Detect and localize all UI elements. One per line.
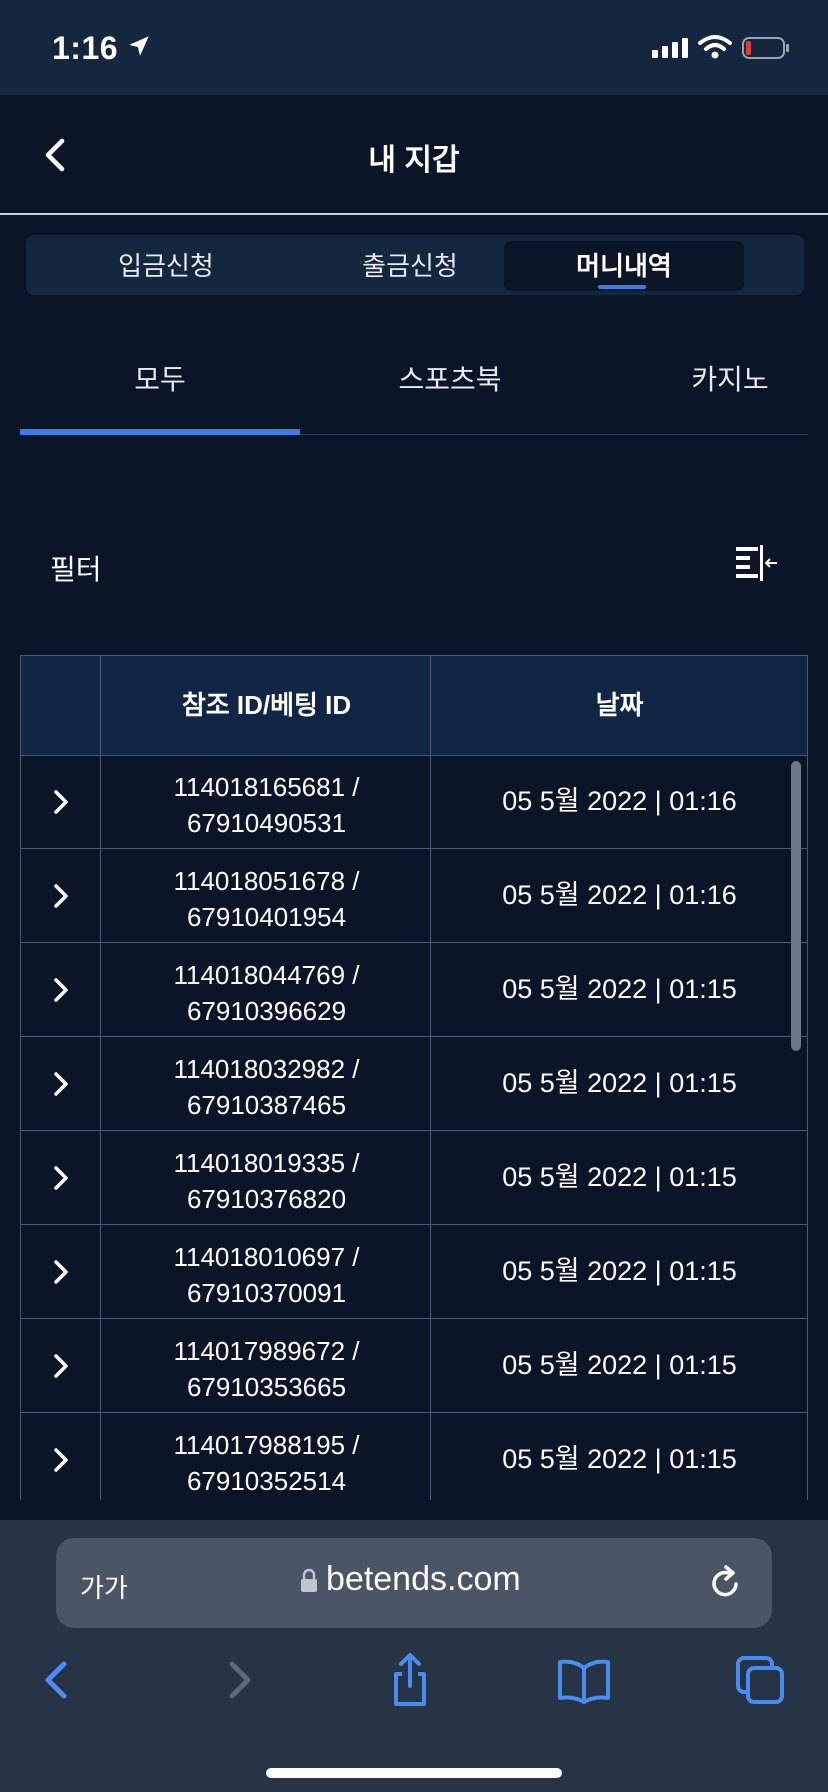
ref-id: 114018019335 /: [173, 1148, 360, 1178]
row-date: 05 5월 2022 | 01:15: [502, 974, 737, 1004]
address-bar[interactable]: 가가 betends.com: [56, 1538, 772, 1628]
bet-id: 67910387465: [186, 1090, 347, 1120]
share-icon[interactable]: [380, 1650, 440, 1710]
chevron-right-icon[interactable]: [51, 1162, 71, 1194]
tab-casino[interactable]: 카지노: [670, 358, 790, 398]
tabs-icon[interactable]: [730, 1650, 790, 1710]
filter-label: 필터: [50, 554, 102, 585]
chevron-right-icon[interactable]: [51, 880, 71, 912]
bet-id: 67910352514: [186, 1466, 347, 1496]
row-ids: 114018032982 / 67910387465: [102, 1051, 431, 1123]
bet-id: 67910396629: [186, 996, 347, 1026]
ref-id: 114018032982 /: [173, 1054, 360, 1084]
row-date: 05 5월 2022 | 01:16: [502, 880, 737, 910]
table-header: 참조 ID/베팅 ID 날짜: [20, 655, 808, 756]
tab-all[interactable]: 모두: [100, 358, 220, 398]
bet-id: 67910353665: [186, 1372, 347, 1402]
table-row[interactable]: 114018010697 / 67910370091 05 5월 2022 | 0…: [20, 1225, 808, 1319]
wallet-tabs: 입금신청 출금신청 머니내역: [26, 235, 804, 295]
status-time: 1:16: [52, 30, 119, 66]
row-ids: 114018044769 / 67910396629: [102, 957, 431, 1029]
safari-back-icon[interactable]: [30, 1650, 90, 1710]
table-row[interactable]: 114018165681 / 67910490531 05 5월 2022 | 0…: [20, 755, 808, 849]
bet-id: 67910490531: [186, 808, 347, 838]
bookmarks-icon[interactable]: [554, 1650, 614, 1710]
chevron-right-icon[interactable]: [51, 1256, 71, 1288]
wifi-icon: [698, 35, 732, 59]
signal-icon: [652, 38, 688, 58]
ref-id: 114018165681 /: [173, 772, 360, 802]
reload-icon[interactable]: [708, 1564, 744, 1602]
row-date: 05 5월 2022 | 01:15: [502, 1162, 737, 1192]
ref-id: 114018051678 /: [173, 866, 360, 896]
battery-icon: [742, 37, 789, 59]
row-ids: 114017989672 / 67910353665: [102, 1333, 431, 1405]
column-header-id: 참조 ID/베팅 ID: [181, 690, 352, 720]
bet-id: 67910370091: [186, 1278, 347, 1308]
page-title: 내 지갑: [368, 144, 460, 177]
tab-deposit[interactable]: 입금신청: [46, 241, 286, 291]
ref-id: 114017988195 /: [173, 1430, 360, 1460]
chevron-right-icon[interactable]: [51, 1350, 71, 1382]
table-row[interactable]: 114017988195 / 67910352514 05 5월 2022 | 0…: [20, 1413, 808, 1500]
row-date: 05 5월 2022 | 01:15: [502, 1350, 737, 1380]
table-row[interactable]: 114018044769 / 67910396629 05 5월 2022 | 0…: [20, 943, 808, 1037]
active-tab-underline: [20, 429, 300, 435]
lock-icon: [301, 1568, 317, 1592]
location-arrow-icon: [129, 36, 149, 56]
ref-id: 114017989672 /: [173, 1336, 360, 1366]
row-date: 05 5월 2022 | 01:15: [502, 1068, 737, 1098]
safari-forward-icon[interactable]: [206, 1650, 266, 1710]
row-date: 05 5월 2022 | 01:15: [502, 1444, 737, 1474]
money-history-table: 참조 ID/베팅 ID 날짜 114018165681 / 67910490531…: [20, 655, 808, 1500]
chevron-right-icon[interactable]: [51, 1444, 71, 1476]
ref-id: 114018044769 /: [173, 960, 360, 990]
table-row[interactable]: 114018051678 / 67910401954 05 5월 2022 | 0…: [20, 849, 808, 943]
tab-sportsbook[interactable]: 스포츠북: [370, 358, 530, 398]
row-ids: 114017988195 / 67910352514: [102, 1427, 431, 1499]
category-tabs: 모두 스포츠북 카지노: [20, 340, 808, 435]
chevron-right-icon[interactable]: [51, 786, 71, 818]
row-date: 05 5월 2022 | 01:16: [502, 786, 737, 816]
ref-id: 114018010697 /: [173, 1242, 360, 1272]
table-row[interactable]: 114017989672 / 67910353665 05 5월 2022 | 0…: [20, 1319, 808, 1413]
row-ids: 114018019335 / 67910376820: [102, 1145, 431, 1217]
row-ids: 114018051678 / 67910401954: [102, 863, 431, 935]
bet-id: 67910401954: [186, 902, 347, 932]
row-ids: 114018010697 / 67910370091: [102, 1239, 431, 1311]
column-header-date: 날짜: [595, 690, 644, 720]
url-domain[interactable]: betends.com: [326, 1560, 521, 1599]
chevron-right-icon[interactable]: [51, 1068, 71, 1100]
status-bar: 1:16: [0, 0, 828, 96]
row-ids: 114018165681 / 67910490531: [102, 769, 431, 841]
page-header: 내 지갑: [0, 95, 828, 215]
table-row[interactable]: 114018019335 / 67910376820 05 5월 2022 | 0…: [20, 1131, 808, 1225]
text-size-button[interactable]: 가가: [80, 1568, 128, 1605]
tab-withdraw[interactable]: 출금신청: [290, 241, 530, 291]
filter-icon[interactable]: [733, 543, 779, 583]
browser-toolbar: 가가 betends.com: [0, 1520, 828, 1792]
home-indicator: [266, 1768, 562, 1778]
tab-money-history[interactable]: 머니내역: [504, 241, 744, 291]
bet-id: 67910376820: [186, 1184, 347, 1214]
table-row[interactable]: 114018032982 / 67910387465 05 5월 2022 | 0…: [20, 1037, 808, 1131]
row-date: 05 5월 2022 | 01:15: [502, 1256, 737, 1286]
chevron-right-icon[interactable]: [51, 974, 71, 1006]
table-scrollbar[interactable]: [791, 761, 801, 1051]
